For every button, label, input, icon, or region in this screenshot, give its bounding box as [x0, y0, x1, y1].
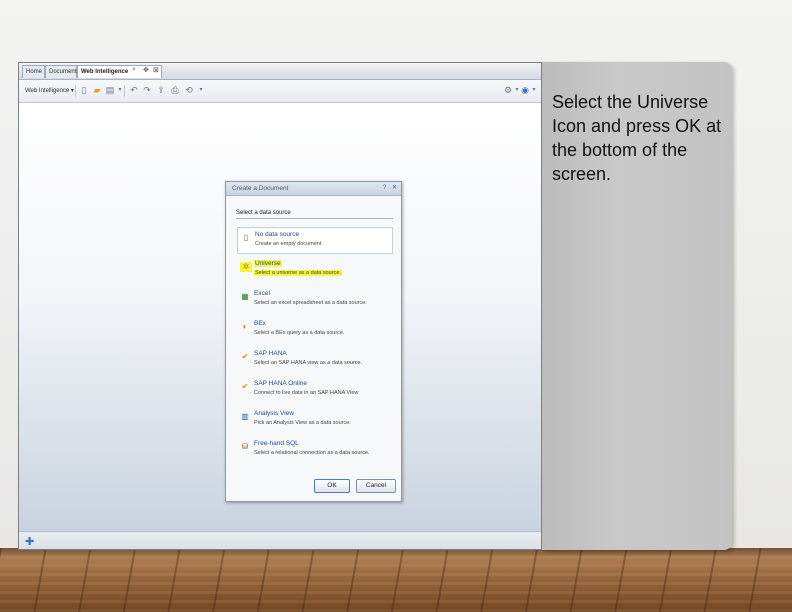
help-dropdown-icon[interactable]: ▾: [529, 85, 539, 95]
blank-document-icon: ▯: [243, 233, 249, 242]
detach-icon[interactable]: ✥: [143, 66, 149, 74]
puzzle-icon[interactable]: ✚: [25, 535, 34, 548]
status-bar: ✚: [19, 531, 541, 549]
bex-icon: ◐: [242, 322, 248, 331]
source-analysis-view[interactable]: ▥ Analysis View Pick an Analysis View as…: [237, 407, 393, 434]
source-description: Select an SAP HANA view as a data source…: [254, 360, 363, 366]
source-bex[interactable]: ◐ BEx Select a BEx query as a data sourc…: [237, 317, 393, 344]
tab-documents[interactable]: Documents: [45, 65, 79, 78]
history-dropdown-icon[interactable]: ▾: [196, 85, 206, 95]
excel-icon: ▦: [241, 292, 249, 301]
tab-bar: Home Documents Web Intelligence ⌕ ✥ ⊠: [19, 63, 541, 80]
source-sap-hana[interactable]: ✔ SAP HANA Select an SAP HANA view as a …: [237, 347, 393, 374]
mode-dropdown[interactable]: Web Intelligence ▾: [25, 87, 74, 94]
create-document-dialog: Create a Document ? ✕ Select a data sour…: [225, 181, 402, 502]
source-universe[interactable]: ✲ Universe Select a universe as a data s…: [237, 257, 393, 284]
source-description: Select a BEx query as a data source.: [254, 330, 345, 336]
source-name: BEx: [254, 320, 266, 327]
data-source-heading: Select a data source: [236, 210, 393, 219]
source-no-data-source[interactable]: ▯ No data source Create an empty documen…: [237, 227, 393, 254]
redo-icon[interactable]: ↷: [142, 85, 152, 95]
source-description: Pick an Analysis View as a data source.: [254, 420, 351, 426]
sap-hana-online-icon: ✔: [241, 382, 249, 391]
source-sap-hana-online[interactable]: ✔ SAP HANA Online Connect to live data i…: [237, 377, 393, 404]
free-hand-sql-icon: ⛁: [241, 442, 249, 451]
universe-icon[interactable]: ✲: [240, 262, 252, 272]
save-icon[interactable]: ▤: [105, 85, 115, 95]
toolbar-separator: [75, 85, 76, 97]
main-toolbar: Web Intelligence ▾ ▯ ▰ ▤ ▾ ↶ ↷ ⇪ ⎙ ⟲ ▾ ⚙…: [19, 80, 541, 103]
new-document-icon[interactable]: ▯: [79, 85, 89, 95]
dialog-title: Create a Document: [226, 182, 401, 196]
undo-icon[interactable]: ↶: [129, 85, 139, 95]
help-icon[interactable]: ?: [381, 185, 388, 192]
source-free-hand-sql[interactable]: ⛁ Free-hand SQL Select a relational conn…: [237, 437, 393, 464]
analysis-view-icon: ▥: [241, 412, 249, 421]
source-name: Analysis View: [254, 410, 294, 417]
web-intelligence-window: Home Documents Web Intelligence ⌕ ✥ ⊠ We…: [18, 62, 542, 550]
close-tab-icon[interactable]: ⊠: [153, 66, 159, 74]
print-icon[interactable]: ⎙: [170, 85, 180, 95]
tab-home[interactable]: Home: [22, 65, 45, 78]
pin-icon[interactable]: ⌕: [132, 66, 136, 74]
instruction-text: Select the Universe Icon and press OK at…: [552, 92, 722, 184]
source-description: Connect to live data in an SAP HANA View: [254, 390, 359, 396]
source-name: SAP HANA Online: [254, 380, 307, 387]
tab-web-intelligence-label: Web Intelligence: [81, 69, 129, 75]
wood-floor-background: [0, 548, 792, 612]
open-folder-icon[interactable]: ▰: [92, 85, 102, 95]
source-description: Create an empty document: [255, 241, 322, 247]
export-icon[interactable]: ⇪: [156, 85, 166, 95]
sap-hana-icon: ✔: [241, 352, 249, 361]
close-icon[interactable]: ✕: [391, 185, 398, 192]
ok-button[interactable]: OK: [314, 479, 350, 493]
tab-web-intelligence[interactable]: Web Intelligence: [77, 65, 162, 78]
source-excel[interactable]: ▦ Excel Select an excel spreadsheet as a…: [237, 287, 393, 314]
cancel-button[interactable]: Cancel: [356, 479, 396, 493]
source-name: No data source: [255, 231, 300, 238]
source-name: SAP HANA: [254, 350, 287, 357]
history-icon[interactable]: ⟲: [184, 85, 194, 95]
source-name: Universe: [254, 260, 282, 267]
source-description: Select a relational connection as a data…: [254, 450, 370, 456]
toolbar-separator: [124, 85, 125, 97]
source-description: Select an excel spreadsheet as a data so…: [254, 300, 367, 306]
source-name: Free-hand SQL: [254, 440, 299, 447]
source-description: Select a universe as a data source.: [254, 270, 342, 276]
source-name: Excel: [254, 290, 270, 297]
